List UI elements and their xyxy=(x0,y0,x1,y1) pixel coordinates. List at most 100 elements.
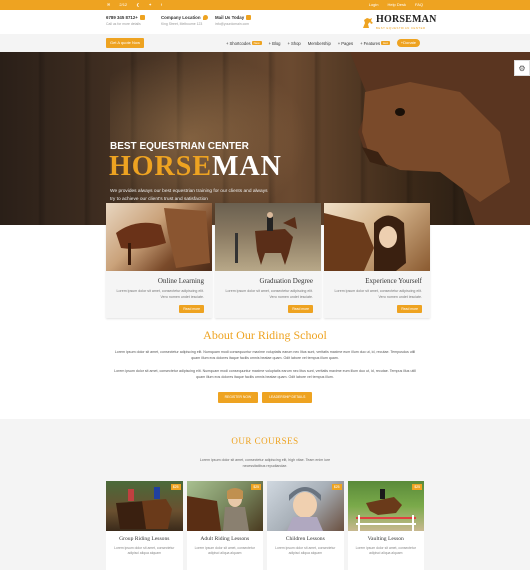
get-quote-button[interactable]: Get A quote Now xyxy=(106,38,145,48)
feature-card: Online Learning Lorem ipsum dolor sit am… xyxy=(106,203,212,318)
feature-text: Lorem ipsum dolor sit amet, consectetur … xyxy=(225,289,314,299)
about-paragraph: Lorem ipsum dolor sit amet, consectetur … xyxy=(114,350,416,360)
nav-item-pages[interactable]: + Pages xyxy=(338,41,353,46)
register-now-button[interactable]: REGISTER NOW xyxy=(217,392,259,403)
mail-subtext[interactable]: info@yourdomain.com xyxy=(215,22,251,26)
nav-item-blog[interactable]: + Blog xyxy=(269,41,281,46)
course-card[interactable]: $25 Vaulting Lesson Lorem ipsum dolor si… xyxy=(347,481,424,570)
site-logo[interactable]: HORSEMAN BEST EQUESTRIAN CENTER xyxy=(362,15,437,30)
login-link[interactable]: Login xyxy=(369,1,379,9)
facebook-icon[interactable]: f xyxy=(161,1,162,9)
course-card[interactable]: $25 Group Riding Lessons Lorem ipsum dol… xyxy=(106,481,183,570)
about-buttons: REGISTER NOW LEADERSHIP DETAILS xyxy=(0,392,530,403)
course-title: Children Lessons xyxy=(285,536,325,542)
logo-name: HORSEMAN xyxy=(376,14,437,25)
feature-text: Lorem ipsum dolor sit amet, consectetur … xyxy=(334,289,423,299)
horse-head-image xyxy=(350,52,530,225)
mail-icon xyxy=(246,15,252,20)
feature-card: Experience Yourself Lorem ipsum dolor si… xyxy=(324,203,430,318)
location-subtext: King Street, Melbourne 123 xyxy=(161,22,203,26)
feature-card: Graduation Degree Lorem ipsum dolor sit … xyxy=(215,203,321,318)
faq-link[interactable]: FAQ xyxy=(415,1,423,9)
course-image-children: $25 xyxy=(267,481,344,531)
about-paragraph: Lorem ipsum dolor sit amet, consectetur … xyxy=(114,369,416,379)
course-title: Group Riding Lessons xyxy=(119,536,170,542)
header-location: Company Location King Street, Melbourne … xyxy=(161,15,208,26)
settings-gear-icon[interactable]: ⚙ xyxy=(514,60,530,76)
feature-title: Graduation Degree xyxy=(259,277,313,285)
nav-item-membership[interactable]: Membership xyxy=(308,41,331,46)
social-badge: 2/12 xyxy=(119,2,128,7)
nav-label: Blog xyxy=(272,40,281,46)
header-phone: 6789 345 8712+ Call us for more details xyxy=(106,15,145,26)
nav-menu: + Shortcodes New + Blog + Shop Membership + P… xyxy=(226,34,421,52)
logo-tagline: BEST EQUESTRIAN CENTER xyxy=(376,26,426,30)
course-text: Lorem ipsum dolor sit amet, consectetur … xyxy=(275,546,336,555)
hero-description: We provides always our best equestrian t… xyxy=(110,189,268,202)
course-card[interactable]: $25 Adult Riding Lessons Lorem ipsum dol… xyxy=(186,481,263,570)
hero-title: HORSEMAN xyxy=(109,152,282,182)
mail-title: Mail Us Today xyxy=(215,15,245,20)
phone-icon xyxy=(139,15,145,20)
feature-title: Online Learning xyxy=(157,277,204,285)
price-badge: $25 xyxy=(251,484,261,490)
feature-image-riders xyxy=(215,203,321,271)
saddle-illustration xyxy=(116,208,210,268)
hot-badge: Hot xyxy=(381,41,390,45)
hero-banner: BEST EQUESTRIAN CENTER HORSEMAN We provi… xyxy=(0,52,530,225)
new-badge: New xyxy=(251,41,262,45)
nav-label: Membership xyxy=(307,40,331,46)
course-text: Lorem ipsum dolor sit amet, consectetur … xyxy=(355,546,416,555)
nav-item-features[interactable]: + Features Hot xyxy=(360,41,390,46)
nav-label: Shortcodes xyxy=(229,40,251,46)
course-text: Lorem ipsum dolor sit amet, consectetur … xyxy=(114,546,175,555)
course-title: Vaulting Lesson xyxy=(367,536,404,542)
courses-section: OUR COURSES Lorem ipsum dolor sit amet, … xyxy=(0,419,530,570)
feature-image-woman-horse xyxy=(324,203,430,271)
feature-title: Experience Yourself xyxy=(365,277,422,285)
donate-button[interactable]: +Donate xyxy=(396,39,421,47)
read-more-button[interactable]: Read more xyxy=(397,305,422,313)
feature-cards: Online Learning Lorem ipsum dolor sit am… xyxy=(106,203,430,318)
twitter-icon[interactable]: ✦ xyxy=(149,1,152,9)
courses-title: OUR COURSES xyxy=(231,436,299,446)
read-more-button[interactable]: Read more xyxy=(179,305,204,313)
map-pin-icon xyxy=(202,15,208,20)
nav-item-shortcodes[interactable]: + Shortcodes New xyxy=(226,41,262,46)
nav-label: Pages xyxy=(341,40,354,46)
price-badge: $25 xyxy=(412,484,422,490)
hero-title-accent: HORSE xyxy=(109,151,213,182)
top-links: Login Help Desk FAQ xyxy=(369,1,423,9)
leadership-details-button[interactable]: LEADERSHIP DETAILS xyxy=(262,392,313,403)
share-icon[interactable]: ❮ xyxy=(136,1,139,9)
read-more-button[interactable]: Read more xyxy=(288,305,313,313)
location-title: Company Location xyxy=(161,15,201,20)
nav-item-shop[interactable]: + Shop xyxy=(288,41,301,46)
site-header: 6789 345 8712+ Call us for more details … xyxy=(0,10,530,34)
hero-title-white: MAN xyxy=(212,151,282,182)
help-desk-link[interactable]: Help Desk xyxy=(388,1,406,9)
course-title: Adult Riding Lessons xyxy=(200,536,250,542)
donate-label: Donate xyxy=(403,40,417,45)
top-bar: ✉ 2/12 ❮ ✦ f Login Help Desk FAQ xyxy=(0,0,530,10)
envelope-icon[interactable]: ✉ xyxy=(107,1,110,9)
phone-number[interactable]: 6789 345 8712+ xyxy=(106,15,138,20)
woman-horse-illustration xyxy=(324,213,406,271)
about-title: About Our Riding School xyxy=(203,328,327,342)
feature-text: Lorem ipsum dolor sit amet, consectetur … xyxy=(116,289,205,299)
course-cards: $25 Group Riding Lessons Lorem ipsum dol… xyxy=(106,481,424,570)
phone-subtext: Call us for more details xyxy=(106,22,141,26)
nav-label: Features xyxy=(363,40,381,46)
course-image-adult: $25 xyxy=(186,481,263,531)
course-card[interactable]: $25 Children Lessons Lorem ipsum dolor s… xyxy=(267,481,344,570)
price-badge: $25 xyxy=(331,484,342,490)
courses-subtitle: Lorem ipsum dolor sit amet, consectetur … xyxy=(199,458,331,468)
nav-label: Shop xyxy=(290,40,301,46)
horse-logo-icon xyxy=(363,17,373,28)
feature-image-saddle xyxy=(106,203,212,271)
main-nav: Get A quote Now + Shortcodes New + Blog + Sh… xyxy=(0,34,530,52)
price-badge: $25 xyxy=(170,484,181,490)
social-links: ✉ 2/12 ❮ ✦ f xyxy=(107,1,162,9)
course-image-vaulting: $25 xyxy=(347,481,424,531)
header-mail: Mail Us Today info@yourdomain.com xyxy=(215,15,252,26)
